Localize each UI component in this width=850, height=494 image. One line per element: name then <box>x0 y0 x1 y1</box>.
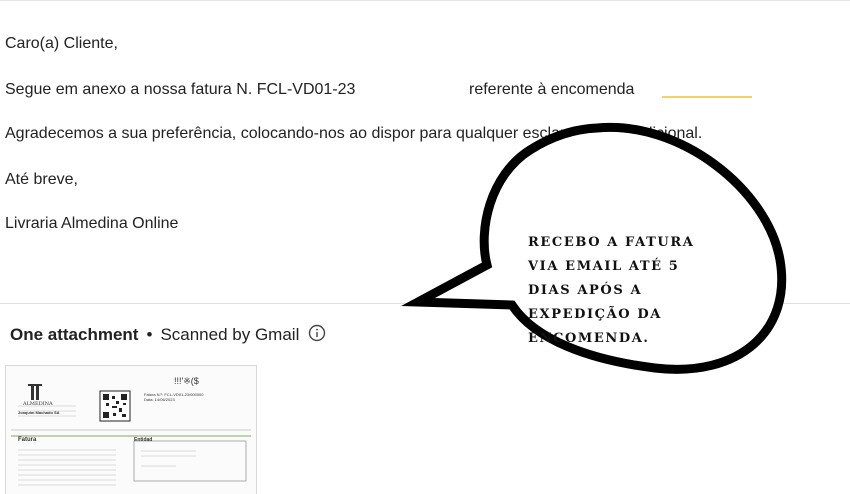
bubble-line-3: DIAS APÓS A <box>528 283 643 298</box>
bubble-line-4: EXPEDIÇÃO DA <box>528 307 662 322</box>
bubble-line-2: VIA EMAIL ATÉ 5 <box>528 259 680 274</box>
bubble-line-5: ENCOMENDA. <box>528 331 650 346</box>
bubble-line-1: RECEBO A FATURA <box>528 235 695 250</box>
speech-bubble <box>401 122 787 374</box>
bubble-text: RECEBO A FATURA VIA EMAIL ATÉ 5 DIAS APÓ… <box>528 231 698 351</box>
